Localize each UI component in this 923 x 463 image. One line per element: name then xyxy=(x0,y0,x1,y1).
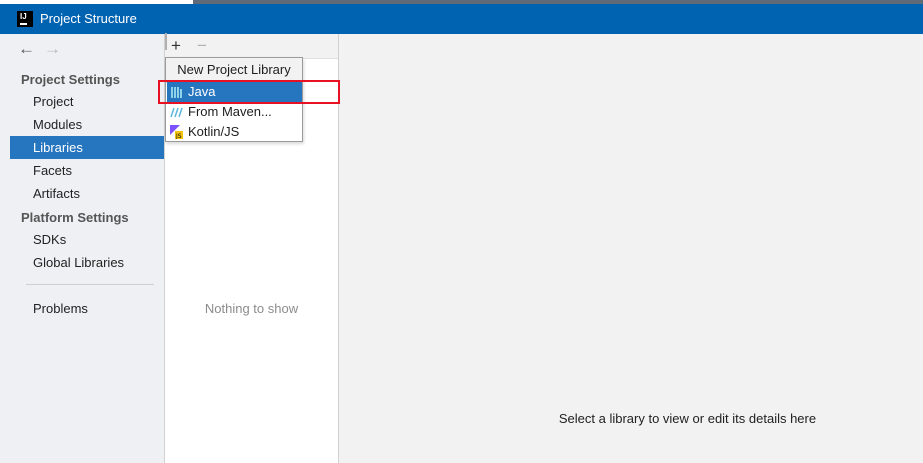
remove-icon[interactable]: − xyxy=(197,36,207,56)
svg-text:JS: JS xyxy=(175,133,182,139)
kotlin-js-icon: JS xyxy=(170,125,183,139)
sidebar-item-project[interactable]: Project xyxy=(10,90,164,113)
sidebar-item-artifacts[interactable]: Artifacts xyxy=(10,182,164,205)
library-details-panel: Select a library to view or edit its det… xyxy=(339,34,923,463)
details-placeholder-text: Select a library to view or edit its det… xyxy=(558,411,817,426)
section-header-platform-settings: Platform Settings xyxy=(21,210,129,225)
maven-icon xyxy=(170,107,183,118)
copy-icon[interactable] xyxy=(165,33,167,50)
sidebar-item-sdks[interactable]: SDKs xyxy=(10,228,164,251)
section-header-project-settings: Project Settings xyxy=(21,72,120,87)
intellij-app-icon: IJ xyxy=(17,11,33,27)
window-title: Project Structure xyxy=(40,11,137,26)
back-arrow-icon[interactable]: ← xyxy=(18,39,35,59)
library-list-empty-text: Nothing to show xyxy=(204,301,299,316)
popup-item-from-maven[interactable]: From Maven... xyxy=(167,102,302,122)
popup-item-label: Kotlin/JS xyxy=(188,124,240,139)
popup-item-label: From Maven... xyxy=(188,104,272,119)
title-bar: IJ Project Structure xyxy=(0,4,923,34)
sidebar-item-libraries[interactable]: Libraries xyxy=(10,136,164,159)
left-strip xyxy=(0,34,10,463)
sidebar-divider xyxy=(26,284,154,285)
annotation-highlight-box xyxy=(158,80,340,104)
library-toolbar: + − xyxy=(165,33,338,59)
add-icon[interactable]: + xyxy=(171,36,181,56)
forward-arrow-icon[interactable]: → xyxy=(44,39,61,59)
sidebar-item-modules[interactable]: Modules xyxy=(10,113,164,136)
popup-item-kotlin-js[interactable]: JS Kotlin/JS xyxy=(167,122,302,142)
sidebar-item-facets[interactable]: Facets xyxy=(10,159,164,182)
sidebar-item-problems[interactable]: Problems xyxy=(10,297,164,320)
settings-sidebar: ← → Project Settings Project Modules Lib… xyxy=(10,34,165,463)
sidebar-item-global-libraries[interactable]: Global Libraries xyxy=(10,251,164,274)
